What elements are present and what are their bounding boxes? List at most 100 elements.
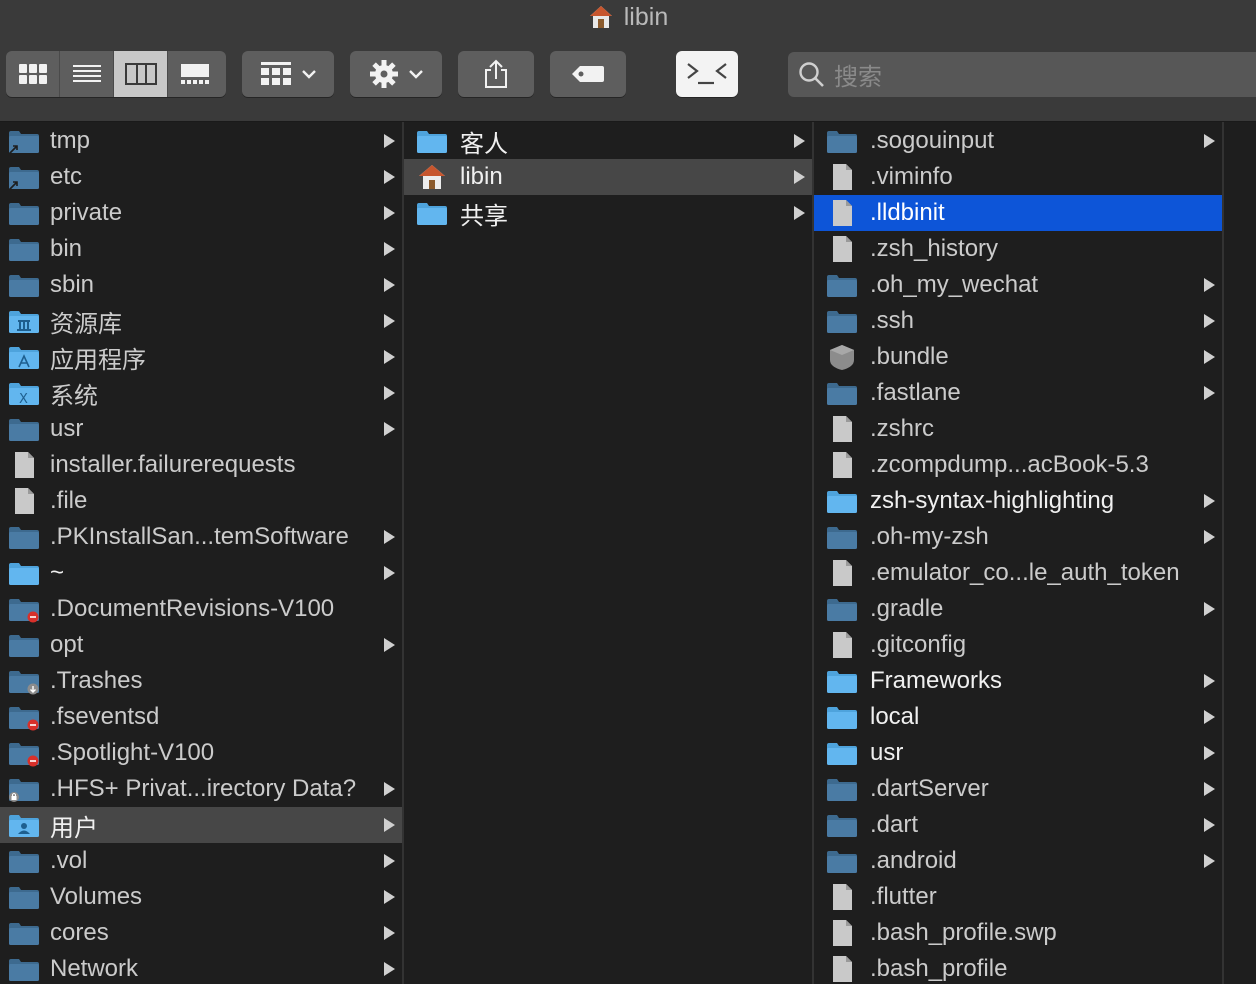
tag-button[interactable] bbox=[550, 51, 626, 97]
list-item[interactable]: 共享 bbox=[404, 195, 812, 231]
icon-view-button[interactable] bbox=[6, 51, 60, 97]
list-item[interactable]: .Trashes bbox=[0, 663, 402, 699]
folder-icon bbox=[826, 127, 858, 155]
list-item[interactable]: .zshrc bbox=[814, 411, 1222, 447]
list-item-label: .bundle bbox=[870, 343, 949, 370]
list-item[interactable]: .HFS+ Privat...irectory Data? bbox=[0, 771, 402, 807]
view-mode-control[interactable] bbox=[6, 51, 226, 97]
folder-icon bbox=[8, 415, 40, 443]
list-item[interactable]: installer.failurerequests bbox=[0, 447, 402, 483]
list-item[interactable]: X 系统 bbox=[0, 375, 402, 411]
share-button[interactable] bbox=[458, 51, 534, 97]
list-item[interactable]: Frameworks bbox=[814, 663, 1222, 699]
users-folder-icon bbox=[8, 811, 40, 839]
list-item[interactable]: .Spotlight-V100 bbox=[0, 735, 402, 771]
list-item[interactable]: .flutter bbox=[814, 879, 1222, 915]
list-item-label: tmp bbox=[50, 127, 91, 154]
list-item[interactable]: .dart bbox=[814, 807, 1222, 843]
document-icon bbox=[826, 451, 858, 479]
list-item-label: .oh_my_wechat bbox=[870, 271, 1039, 298]
list-view-button[interactable] bbox=[60, 51, 114, 97]
list-item[interactable]: .file bbox=[0, 483, 402, 519]
list-item[interactable]: opt bbox=[0, 627, 402, 663]
document-icon bbox=[826, 235, 858, 263]
list-item[interactable]: etc bbox=[0, 159, 402, 195]
list-item[interactable]: .bash_profile.swp bbox=[814, 915, 1222, 951]
column-root[interactable]: tmp etc private bin sbin 资源库 应用程序 X 系统 us… bbox=[0, 122, 402, 984]
list-item-label: .zshrc bbox=[870, 415, 935, 442]
folder-icon bbox=[8, 271, 40, 299]
list-item[interactable]: local bbox=[814, 699, 1222, 735]
folder-icon bbox=[8, 523, 40, 551]
list-item[interactable]: .DocumentRevisions-V100 bbox=[0, 591, 402, 627]
group-by-button[interactable] bbox=[242, 51, 334, 97]
list-item[interactable]: .bundle bbox=[814, 339, 1222, 375]
list-item[interactable]: ~ bbox=[0, 555, 402, 591]
list-item[interactable]: 用户 bbox=[0, 807, 402, 843]
list-item[interactable]: Volumes bbox=[0, 879, 402, 915]
list-item[interactable]: 客人 bbox=[404, 123, 812, 159]
document-icon bbox=[826, 955, 858, 983]
document-icon bbox=[826, 415, 858, 443]
list-item-label: .Trashes bbox=[50, 667, 143, 694]
window-title: libin bbox=[0, 0, 1256, 34]
column-empty[interactable] bbox=[1224, 122, 1256, 984]
list-item[interactable]: .vol bbox=[0, 843, 402, 879]
home-icon bbox=[416, 163, 448, 191]
list-item[interactable]: .zsh_history bbox=[814, 231, 1222, 267]
list-item[interactable]: .oh_my_wechat bbox=[814, 267, 1222, 303]
list-item[interactable]: .dartServer bbox=[814, 771, 1222, 807]
list-item[interactable]: 资源库 bbox=[0, 303, 402, 339]
list-item[interactable]: sbin bbox=[0, 267, 402, 303]
gear-icon bbox=[370, 60, 398, 88]
list-item[interactable]: .ssh bbox=[814, 303, 1222, 339]
folder-icon bbox=[8, 883, 40, 911]
open-terminal-button[interactable] bbox=[676, 51, 738, 97]
folder-icon bbox=[8, 847, 40, 875]
list-view-icon bbox=[72, 65, 101, 82]
folder-icon bbox=[826, 487, 858, 515]
list-item[interactable]: .viminfo bbox=[814, 159, 1222, 195]
list-item[interactable]: bin bbox=[0, 231, 402, 267]
list-item[interactable]: cores bbox=[0, 915, 402, 951]
list-item-label: .gradle bbox=[870, 595, 944, 622]
column-view-button[interactable] bbox=[114, 51, 168, 97]
list-item[interactable]: .PKInstallSan...temSoftware bbox=[0, 519, 402, 555]
column-libin[interactable]: .sogouinput .viminfo .lldbinit .zsh_hist… bbox=[814, 122, 1222, 984]
list-item[interactable]: .zcompdump...acBook-5.3 bbox=[814, 447, 1222, 483]
list-item[interactable]: usr bbox=[0, 411, 402, 447]
dropbox-folder-icon bbox=[8, 667, 40, 695]
list-item-label: libin bbox=[460, 163, 503, 190]
list-item[interactable]: .gitconfig bbox=[814, 627, 1222, 663]
list-item[interactable]: 应用程序 bbox=[0, 339, 402, 375]
list-item[interactable]: .fseventsd bbox=[0, 699, 402, 735]
list-item[interactable]: libin bbox=[404, 159, 812, 195]
list-item[interactable]: zsh-syntax-highlighting bbox=[814, 483, 1222, 519]
list-item-label: zsh-syntax-highlighting bbox=[870, 487, 1115, 514]
list-item[interactable]: usr bbox=[814, 735, 1222, 771]
list-item[interactable]: .oh-my-zsh bbox=[814, 519, 1222, 555]
document-icon bbox=[8, 451, 40, 479]
list-item[interactable]: private bbox=[0, 195, 402, 231]
document-icon bbox=[826, 919, 858, 947]
gallery-view-button[interactable] bbox=[168, 51, 222, 97]
folder-icon bbox=[826, 775, 858, 803]
list-item[interactable]: .fastlane bbox=[814, 375, 1222, 411]
list-item[interactable]: .bash_profile bbox=[814, 951, 1222, 984]
list-item-label: .gitconfig bbox=[870, 631, 967, 658]
list-item[interactable]: .android bbox=[814, 843, 1222, 879]
search-field[interactable]: 搜索 bbox=[788, 52, 1256, 97]
list-item-label: .zsh_history bbox=[870, 235, 999, 262]
list-item[interactable]: tmp bbox=[0, 123, 402, 159]
folder-icon bbox=[826, 739, 858, 767]
action-menu-button[interactable] bbox=[350, 51, 442, 97]
column-users[interactable]: 客人 libin 共享 bbox=[404, 122, 812, 984]
list-item[interactable]: .lldbinit bbox=[814, 195, 1222, 231]
list-item[interactable]: .emulator_co...le_auth_token bbox=[814, 555, 1222, 591]
list-item[interactable]: Network bbox=[0, 951, 402, 984]
folder-icon bbox=[826, 667, 858, 695]
gallery-view-icon bbox=[181, 64, 209, 84]
list-item[interactable]: .sogouinput bbox=[814, 123, 1222, 159]
list-item-label: .HFS+ Privat...irectory Data? bbox=[50, 775, 357, 802]
list-item[interactable]: .gradle bbox=[814, 591, 1222, 627]
